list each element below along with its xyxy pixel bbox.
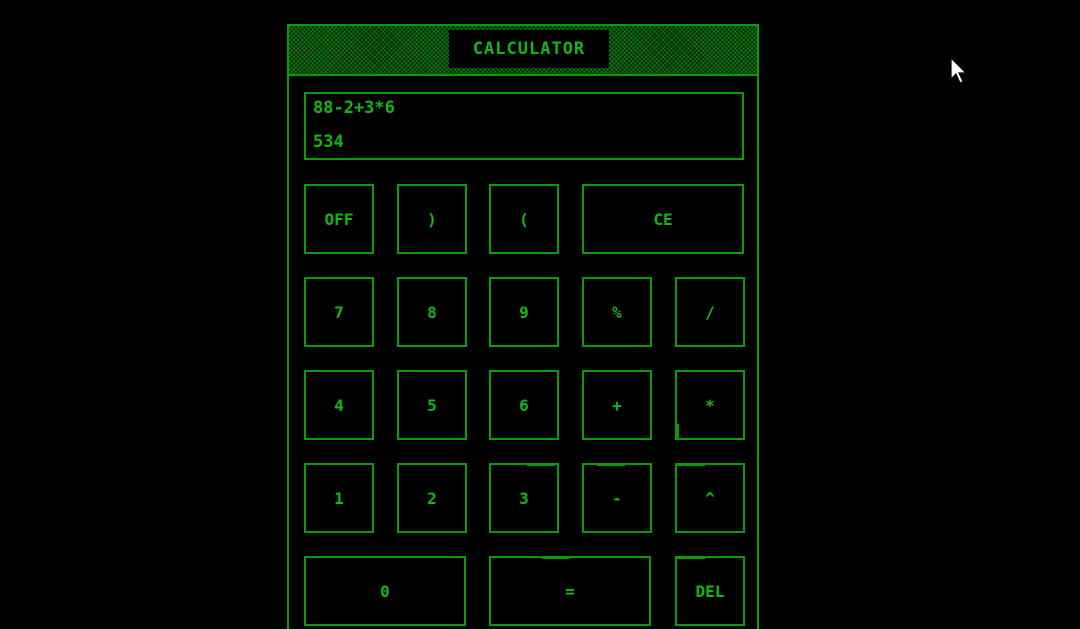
- digit-3-button[interactable]: 3: [489, 463, 559, 533]
- divide-button[interactable]: /: [675, 277, 745, 347]
- off-button[interactable]: OFF: [304, 184, 374, 254]
- multiply-button[interactable]: *: [675, 370, 745, 440]
- render-artifact: [542, 557, 570, 559]
- digit-8-button[interactable]: 8: [397, 277, 467, 347]
- render-artifact: [527, 464, 555, 466]
- render-artifact: [677, 464, 705, 466]
- delete-button[interactable]: DEL: [675, 556, 745, 626]
- power-button[interactable]: ^: [675, 463, 745, 533]
- clear-entry-button[interactable]: CE: [582, 184, 744, 254]
- digit-0-button[interactable]: 0: [304, 556, 466, 626]
- title-bar[interactable]: CALCULATOR: [289, 26, 757, 76]
- percent-button[interactable]: %: [582, 277, 652, 347]
- digit-5-button[interactable]: 5: [397, 370, 467, 440]
- calculator-window: CALCULATOR 88-2+3*6 534 OFF ) ( CE 7 8 9…: [287, 24, 759, 629]
- close-paren-button[interactable]: ): [397, 184, 467, 254]
- digit-1-button[interactable]: 1: [304, 463, 374, 533]
- mouse-pointer-icon: [950, 56, 968, 89]
- result-readout: 534: [313, 132, 344, 152]
- open-paren-button[interactable]: (: [489, 184, 559, 254]
- digit-9-button[interactable]: 9: [489, 277, 559, 347]
- digit-2-button[interactable]: 2: [397, 463, 467, 533]
- render-artifact: [597, 464, 625, 466]
- render-artifact: [677, 557, 705, 559]
- expression-readout: 88-2+3*6: [313, 98, 395, 118]
- window-title: CALCULATOR: [449, 30, 609, 68]
- plus-button[interactable]: +: [582, 370, 652, 440]
- minus-button[interactable]: -: [582, 463, 652, 533]
- calculator-display: 88-2+3*6 534: [304, 92, 744, 160]
- digit-4-button[interactable]: 4: [304, 370, 374, 440]
- desktop: CALCULATOR 88-2+3*6 534 OFF ) ( CE 7 8 9…: [0, 0, 1080, 629]
- digit-7-button[interactable]: 7: [304, 277, 374, 347]
- render-artifact: [677, 424, 679, 438]
- equals-button[interactable]: =: [489, 556, 651, 626]
- digit-6-button[interactable]: 6: [489, 370, 559, 440]
